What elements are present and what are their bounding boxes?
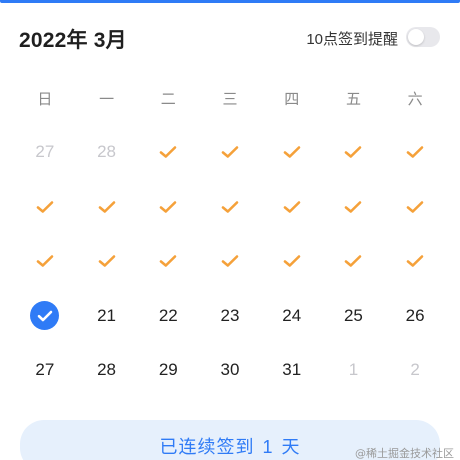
day-cell[interactable]: 1	[323, 343, 385, 398]
calendar-header: 2022年 3月 10点签到提醒	[0, 18, 460, 58]
day-cell[interactable]: 7	[76, 180, 138, 235]
weekday-row: 日 一 二 三 四 五 六	[14, 88, 446, 110]
checkmark-icon	[98, 200, 115, 213]
day-number: 24	[282, 305, 302, 325]
day-cell[interactable]: 19	[384, 234, 446, 289]
day-number: 23	[220, 305, 240, 325]
day-number: 27	[35, 360, 55, 380]
day-cell[interactable]: 11	[323, 180, 385, 235]
day-number: 31	[282, 360, 302, 380]
day-number: 21	[97, 305, 117, 325]
checkmark-icon	[36, 255, 54, 268]
watermark: @稀土掘金技术社区	[355, 447, 454, 460]
checkmark-icon	[283, 146, 301, 159]
weekday-label: 二	[160, 91, 176, 108]
checkmark-icon	[406, 146, 424, 159]
checkmark-icon	[345, 255, 362, 268]
day-cell[interactable]: 22	[137, 289, 199, 344]
day-number: 28	[97, 142, 117, 162]
day-cell[interactable]: 28	[76, 343, 138, 398]
toggle-knob	[408, 29, 424, 45]
weekday-label: 六	[407, 91, 423, 108]
day-cell[interactable]: 3	[261, 125, 323, 180]
day-cell[interactable]: 23	[199, 289, 261, 344]
day-cell[interactable]: 2	[384, 343, 446, 398]
reminder-toggle[interactable]	[406, 27, 440, 47]
day-cell[interactable]: 20	[14, 289, 76, 344]
day-number: 2	[410, 360, 420, 380]
day-cell[interactable]: 27	[14, 125, 76, 180]
day-number: 28	[97, 360, 117, 380]
day-cell[interactable]: 18	[323, 234, 385, 289]
checkmark-icon	[221, 146, 239, 159]
day-cell[interactable]: 17	[261, 234, 323, 289]
day-cell[interactable]: 29	[137, 343, 199, 398]
day-cell[interactable]: 16	[199, 234, 261, 289]
checkmark-icon	[283, 200, 301, 213]
day-cell[interactable]: 13	[14, 234, 76, 289]
streak-prefix: 已连续签到	[159, 437, 255, 457]
day-cell[interactable]: 5	[384, 125, 446, 180]
weekday-label: 五	[345, 91, 361, 108]
checkmark-icon	[159, 146, 177, 159]
day-cell[interactable]: 15	[137, 234, 199, 289]
weekday-label: 四	[284, 91, 300, 108]
day-number: 27	[35, 142, 55, 162]
day-number: 22	[158, 305, 178, 325]
checkmark-icon	[283, 255, 301, 268]
day-number: 26	[405, 305, 425, 325]
day-cell[interactable]: 25	[323, 289, 385, 344]
day-cell[interactable]: 2	[199, 125, 261, 180]
top-accent-strip	[0, 0, 460, 3]
checkmark-icon	[159, 255, 177, 268]
day-cell[interactable]: 31	[261, 343, 323, 398]
checkmark-icon	[36, 200, 54, 213]
day-cell[interactable]: 24	[261, 289, 323, 344]
day-cell[interactable]: 1	[137, 125, 199, 180]
day-cell[interactable]: 30	[199, 343, 261, 398]
reminder-label: 10点签到提醒	[306, 31, 398, 48]
weekday-label: 三	[222, 91, 238, 108]
day-cell[interactable]: 26	[384, 289, 446, 344]
day-cell[interactable]: 4	[323, 125, 385, 180]
month-title: 2022年 3月	[19, 29, 127, 52]
calendar-grid: 2728123456789101112131415161718192021222…	[14, 125, 446, 398]
streak-count: 1	[262, 437, 274, 457]
check-circle-icon	[30, 301, 60, 331]
weekday-label: 一	[99, 91, 115, 108]
checkmark-icon	[159, 200, 177, 213]
day-cell[interactable]: 9	[199, 180, 261, 235]
checkmark-icon	[406, 255, 424, 268]
day-number: 30	[220, 360, 240, 380]
streak-text: 已连续签到 1 天	[155, 433, 304, 460]
checkmark-icon	[221, 200, 239, 213]
day-cell[interactable]: 10	[261, 180, 323, 235]
day-cell[interactable]: 21	[76, 289, 138, 344]
day-number: 1	[348, 360, 359, 380]
weekday-label: 日	[37, 91, 53, 108]
day-cell[interactable]: 8	[137, 180, 199, 235]
checkmark-icon	[345, 200, 362, 213]
day-number: 25	[343, 305, 363, 325]
day-cell[interactable]: 14	[76, 234, 138, 289]
streak-suffix: 天	[281, 437, 301, 457]
day-cell[interactable]: 27	[14, 343, 76, 398]
day-cell[interactable]: 12	[384, 180, 446, 235]
day-cell[interactable]: 28	[76, 125, 138, 180]
checkmark-icon	[221, 255, 239, 268]
day-cell[interactable]: 6	[14, 180, 76, 235]
checkmark-icon	[406, 200, 424, 213]
checkmark-icon	[98, 255, 115, 268]
checkmark-icon	[345, 146, 362, 159]
day-number: 29	[158, 360, 178, 380]
